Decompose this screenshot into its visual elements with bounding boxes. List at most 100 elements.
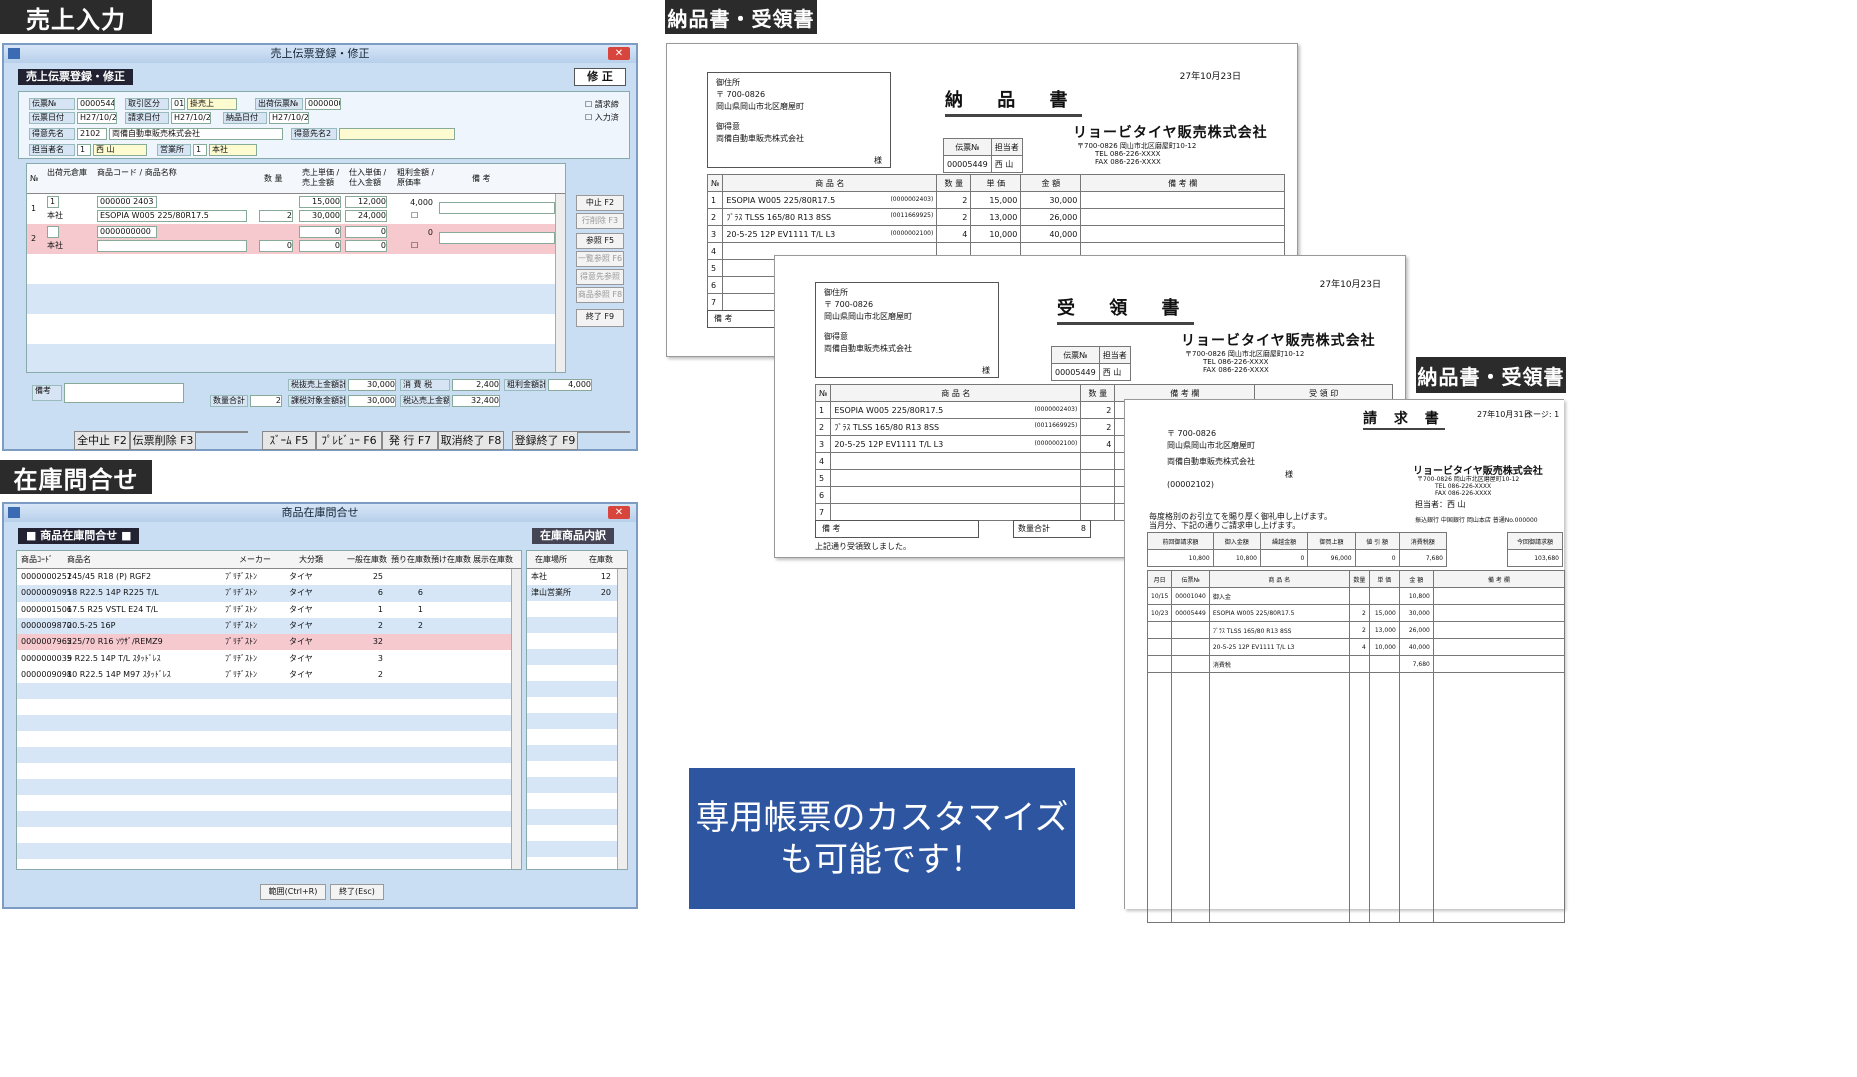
- row-checkbox[interactable]: ☐: [411, 241, 418, 251]
- cell-qty: 4: [936, 225, 972, 243]
- sama: 様: [1285, 470, 1293, 479]
- check-entered[interactable]: ☐ 入力済: [585, 113, 619, 123]
- detail-scrollbar[interactable]: [617, 569, 627, 869]
- th: 金 額: [1398, 570, 1434, 588]
- product-reference-button[interactable]: 商品参照 F8: [576, 287, 624, 303]
- list-reference-button[interactable]: 一覧参照 F6: [576, 251, 624, 267]
- detail-row[interactable]: 津山営業所 20: [527, 585, 627, 602]
- customer2-field[interactable]: [339, 128, 455, 140]
- fkey-issue[interactable]: 発 行 F7: [382, 431, 438, 450]
- cancel-button[interactable]: 中止 F2: [576, 195, 624, 211]
- slip-date-field[interactable]: H27/10/23: [77, 112, 117, 124]
- cell-cat: タイヤ: [289, 669, 313, 679]
- row-remarks[interactable]: [439, 232, 555, 244]
- grid-row-empty[interactable]: [27, 254, 565, 284]
- sum-v: 0: [1259, 549, 1309, 567]
- exit-button[interactable]: 終了 F9: [576, 309, 624, 327]
- table-row-empty[interactable]: [17, 699, 511, 716]
- table-row-empty[interactable]: [17, 747, 511, 764]
- table-row[interactable]: 0000000035 9 R22.5 14P T/L ｽﾀｯﾄﾞﾚｽ ﾌﾞﾘﾁﾞｽﾄ…: [17, 650, 511, 667]
- customer-code-field[interactable]: 2102: [77, 128, 107, 140]
- fkey-zoom[interactable]: ｽﾞｰﾑ F5: [262, 431, 316, 450]
- table-row[interactable]: 0000000251 245/45 R18 (P) RGF2 ﾌﾞﾘﾁﾞｽﾄﾝ タイヤ…: [17, 569, 511, 586]
- row-name[interactable]: [97, 240, 247, 252]
- fkey-preview[interactable]: ﾌﾟﾚﾋﾞｭｰ F6: [316, 431, 382, 450]
- fkey-cancel-exit[interactable]: 取消終了 F8: [438, 431, 504, 450]
- col-no: №: [30, 174, 39, 183]
- table-row-empty[interactable]: [17, 683, 511, 700]
- shop-name-field[interactable]: 本社: [209, 144, 257, 156]
- stock-window-titlebar[interactable]: 商品在庫問合せ ✕: [4, 504, 636, 522]
- range-button[interactable]: 範囲(Ctrl+R): [260, 884, 326, 900]
- sales-tax-excl-label: 税抜売上金額計: [288, 379, 346, 391]
- table-row[interactable]: 0000009870 20.5-25 16P ﾌﾞﾘﾁﾞｽﾄﾝ タイヤ 2 2: [17, 617, 511, 635]
- bill-date-field[interactable]: H27/10/23: [171, 112, 211, 124]
- table-row-empty[interactable]: [17, 763, 511, 780]
- fkey-cancel-all[interactable]: 全中止 F2: [74, 431, 130, 450]
- exit-button[interactable]: 終了(Esc): [330, 884, 384, 900]
- fkey-delete-slip[interactable]: 伝票削除 F3: [130, 431, 196, 450]
- table-row[interactable]: 0000001506 17.5 R25 VSTL E24 T/L ﾌﾞﾘﾁﾞｽﾄﾝ タ…: [17, 601, 511, 618]
- table-row-empty[interactable]: [17, 795, 511, 812]
- row-qty[interactable]: 2: [259, 210, 293, 222]
- deliv-date-field[interactable]: H27/10/23: [269, 112, 309, 124]
- table-row-selected[interactable]: 0000007965 225/70 R16 ｿｳｻﾞ/REMZ9 ﾌﾞﾘﾁﾞｽﾄﾝ タ…: [17, 634, 511, 651]
- row-price[interactable]: 15,000: [299, 196, 341, 208]
- grid-row-selected[interactable]: 2 本社 0000000000 0 0 0 0 0 0 ☐: [27, 224, 565, 254]
- trade-value-field[interactable]: 掛売上: [187, 98, 237, 110]
- table-row[interactable]: 0000009098 10 R22.5 14P M97 ｽﾀｯﾄﾞﾚｽ ﾌﾞﾘﾁﾞｽ…: [17, 666, 511, 684]
- row-checkbox[interactable]: ☐: [411, 211, 418, 221]
- cell-no: 3: [814, 435, 832, 453]
- table-row-empty[interactable]: [17, 779, 511, 796]
- company-name: リョービタイヤ販売株式会社: [1181, 333, 1376, 349]
- slip-no-field[interactable]: 00005449: [77, 98, 115, 110]
- window-menu-icon[interactable]: [8, 48, 20, 59]
- stock-scrollbar[interactable]: [511, 569, 521, 869]
- shop-code-field[interactable]: 1: [193, 144, 207, 156]
- staff-code-field[interactable]: 1: [77, 144, 91, 156]
- detail-row[interactable]: 本社 12: [527, 569, 627, 586]
- row-code[interactable]: 0000000000: [97, 226, 157, 238]
- row-qty[interactable]: 0: [259, 240, 293, 252]
- staff-name-field[interactable]: 西 山: [93, 144, 147, 156]
- dest-slip-field[interactable]: 00000000: [305, 98, 341, 110]
- cell-no: 4: [814, 452, 832, 470]
- grid-row-empty[interactable]: [27, 284, 565, 314]
- row-wh-code[interactable]: [47, 226, 59, 238]
- table-row-empty[interactable]: [17, 715, 511, 732]
- row-cost[interactable]: 12,000: [345, 196, 387, 208]
- grid-row-empty[interactable]: [27, 344, 565, 372]
- sales-window-titlebar[interactable]: 売上伝票登録・修正 ✕: [4, 45, 636, 63]
- fkey-register-exit[interactable]: 登録終了 F9: [512, 431, 578, 450]
- check-entered-label: 入力済: [594, 113, 619, 122]
- row-no: 2: [31, 234, 37, 243]
- row-price[interactable]: 0: [299, 226, 341, 238]
- row-wh-code[interactable]: 1: [47, 196, 59, 208]
- d-date: [1146, 621, 1173, 639]
- table-row-empty[interactable]: [17, 731, 511, 748]
- table-row-empty[interactable]: [17, 827, 511, 844]
- customer-reference-button[interactable]: 得意先参照 F7: [576, 269, 624, 295]
- row-remarks[interactable]: [439, 202, 555, 214]
- close-icon[interactable]: ✕: [608, 506, 630, 519]
- delete-line-button[interactable]: 行削除 F3: [576, 213, 624, 229]
- grid-scrollbar[interactable]: [555, 194, 565, 372]
- customer-name-field[interactable]: 両備自動車販売株式会社: [109, 128, 283, 140]
- trade-code-field[interactable]: 01: [171, 98, 185, 110]
- grid-row[interactable]: 1 1 本社 000000 2403 ESOPIA W005 225/80R17…: [27, 194, 565, 224]
- row-cost[interactable]: 0: [345, 226, 387, 238]
- d-slip: [1171, 655, 1210, 673]
- row-name[interactable]: ESOPIA W005 225/80R17.5: [97, 210, 247, 222]
- reference-button[interactable]: 参照 F5: [576, 233, 624, 249]
- remark-field[interactable]: [64, 383, 184, 403]
- close-icon[interactable]: ✕: [608, 47, 630, 60]
- grid-row-empty[interactable]: [27, 314, 565, 344]
- sales-tax-incl-label: 税込売上金額計: [400, 395, 450, 407]
- row-code[interactable]: 000000 2403: [97, 196, 157, 208]
- tax-label: 消 費 税: [400, 379, 450, 391]
- check-billed[interactable]: ☐ 請求締: [585, 100, 619, 110]
- table-row-empty[interactable]: [17, 811, 511, 828]
- window-menu-icon[interactable]: [8, 507, 20, 518]
- table-row[interactable]: 0000009095 18 R22.5 14P R225 T/L ﾌﾞﾘﾁﾞｽﾄﾝ タ…: [17, 585, 511, 602]
- table-row-empty[interactable]: [17, 843, 511, 860]
